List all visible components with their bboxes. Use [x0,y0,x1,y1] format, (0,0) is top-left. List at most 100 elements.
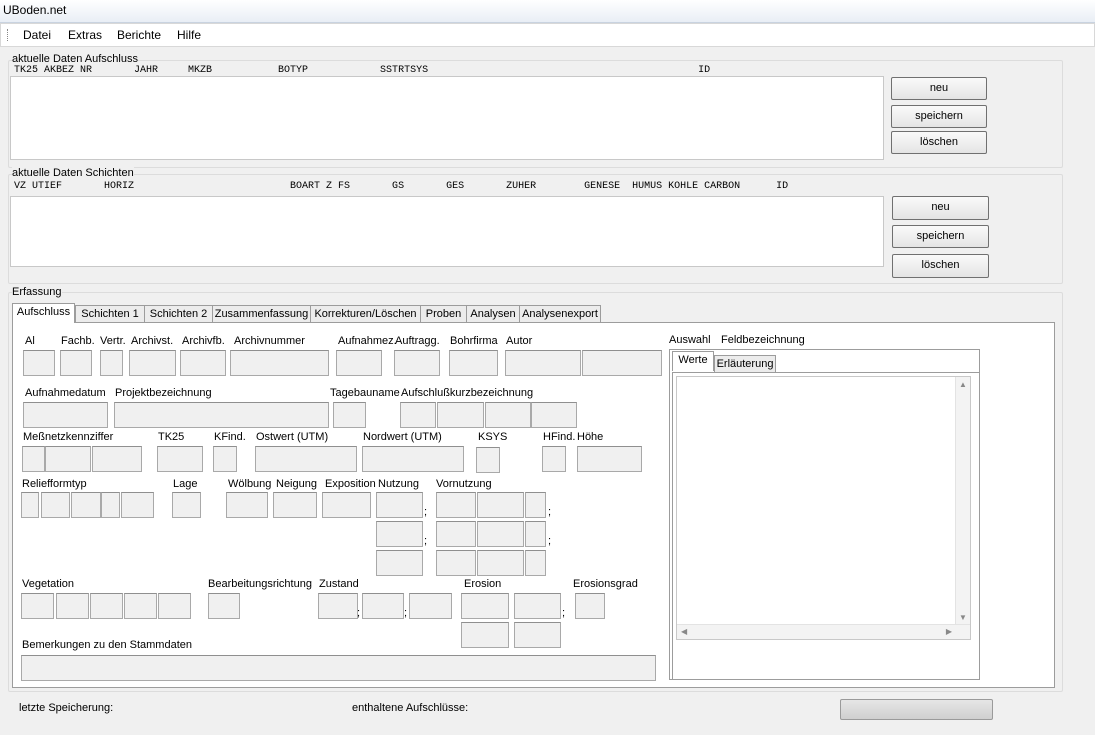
al-field[interactable] [23,350,55,376]
aufschlusskurz-field-2[interactable] [437,402,484,428]
scroll-right-icon[interactable]: ▶ [946,627,952,636]
werte-horizontal-scrollbar[interactable]: ◀ ▶ [677,624,970,639]
erfassung-group-label: Erfassung [12,286,62,298]
zustand-field-2[interactable] [362,593,404,619]
vegetation-field-2[interactable] [56,593,89,619]
tab-analysenexport[interactable]: Analysenexport [519,305,601,323]
aufschluss-neu-button[interactable]: neu [891,77,987,100]
aufnahmez-field[interactable] [336,350,382,376]
tab-schichten-2[interactable]: Schichten 2 [144,305,213,323]
schichten-neu-button[interactable]: neu [892,196,989,220]
tk25-field[interactable] [157,446,203,472]
erosion-field-3[interactable] [461,622,509,648]
relief-field-5[interactable] [121,492,154,518]
vornutzung-field-2b[interactable] [477,521,524,547]
nutzung-field-3[interactable] [376,550,423,576]
bemerkungen-field[interactable] [21,655,656,681]
bearbeitung-field[interactable] [208,593,240,619]
archivfb-field[interactable] [180,350,226,376]
aufnahmedatum-field[interactable] [23,402,108,428]
schichten-list[interactable] [10,196,884,267]
zustand-field-1[interactable] [318,593,358,619]
projektbezeichnung-field[interactable] [114,402,329,428]
hfind-field[interactable] [542,446,566,472]
label-aufschlusskurz: Aufschlußkurzbezeichnung [401,387,534,399]
ostwert-field[interactable] [255,446,357,472]
archivnummer-field[interactable] [230,350,329,376]
vegetation-field-3[interactable] [90,593,123,619]
menu-bar: Datei Extras Berichte Hilfe [0,23,1095,47]
archivst-field[interactable] [129,350,176,376]
nordwert-field[interactable] [362,446,464,472]
tab-werte[interactable]: Werte [672,351,714,371]
tab-korrekturen-loeschen[interactable]: Korrekturen/Löschen [310,305,421,323]
tagebauname-field[interactable] [333,402,366,428]
schichten-loeschen-button[interactable]: löschen [892,254,989,278]
nutzung-field-2[interactable] [376,521,423,547]
vornutzung-field-1a[interactable] [436,492,476,518]
scroll-up-icon[interactable]: ▲ [959,380,967,389]
relief-field-2[interactable] [41,492,70,518]
tab-zusammenfassung[interactable]: Zusammenfassung [212,305,311,323]
aufschluss-speichern-button[interactable]: speichern [891,105,987,128]
relief-field-1[interactable] [21,492,39,518]
label-projektbezeichnung: Projektbezeichnung [115,387,212,399]
erosionsgrad-field[interactable] [575,593,605,619]
menu-hilfe[interactable]: Hilfe [177,28,201,42]
vornutzung-field-1b[interactable] [477,492,524,518]
label-neigung: Neigung [276,478,317,490]
vornutzung-field-3c[interactable] [525,550,546,576]
zustand-field-3[interactable] [409,593,452,619]
aufschlusskurz-field-1[interactable] [400,402,436,428]
auftragg-field[interactable] [394,350,440,376]
autor-field-1[interactable] [505,350,581,376]
relief-field-4[interactable] [101,492,120,518]
vornutzung-field-3a[interactable] [436,550,476,576]
menu-berichte[interactable]: Berichte [117,28,161,42]
menu-datei[interactable]: Datei [23,28,51,42]
schichten-speichern-button[interactable]: speichern [892,225,989,248]
vegetation-field-4[interactable] [124,593,157,619]
scroll-left-icon[interactable]: ◀ [681,627,687,636]
bohrfirma-field[interactable] [449,350,498,376]
vertr-field[interactable] [100,350,123,376]
erosion-field-1[interactable] [461,593,509,619]
tab-schichten-1[interactable]: Schichten 1 [75,305,145,323]
hoehe-field[interactable] [577,446,642,472]
messnetz-field-2[interactable] [45,446,91,472]
tab-aufschluss[interactable]: Aufschluss [12,303,75,323]
nutzung-field-1[interactable] [376,492,423,518]
tab-proben[interactable]: Proben [420,305,467,323]
tab-erlaeuterung[interactable]: Erläuterung [714,355,776,372]
scroll-down-icon[interactable]: ▼ [959,613,967,622]
kfind-field[interactable] [213,446,237,472]
autor-field-2[interactable] [582,350,662,376]
status-letzte-speicherung: letzte Speicherung: [19,702,114,714]
neigung-field[interactable] [273,492,317,518]
aufschluss-loeschen-button[interactable]: löschen [891,131,987,154]
erosion-field-4[interactable] [514,622,561,648]
messnetz-field-1[interactable] [22,446,45,472]
vornutzung-field-1c[interactable] [525,492,546,518]
fachb-field[interactable] [60,350,92,376]
aufschlusskurz-field-4[interactable] [531,402,577,428]
relief-field-3[interactable] [71,492,101,518]
messnetz-field-3[interactable] [92,446,142,472]
vegetation-field-1[interactable] [21,593,54,619]
woelbung-field[interactable] [226,492,268,518]
window-title: UBoden.net [3,3,67,17]
aufschluss-list[interactable] [10,76,884,160]
vornutzung-field-2c[interactable] [525,521,546,547]
menu-extras[interactable]: Extras [68,28,102,42]
werte-vertical-scrollbar[interactable]: ▲ ▼ [955,377,970,625]
vornutzung-field-3b[interactable] [477,550,524,576]
ksys-field[interactable] [476,447,500,473]
tab-analysen[interactable]: Analysen [466,305,520,323]
erosion-field-2[interactable] [514,593,561,619]
vegetation-field-5[interactable] [158,593,191,619]
exposition-field[interactable] [322,492,371,518]
werte-list[interactable]: ▲ ▼ ◀ ▶ [676,376,971,640]
lage-field[interactable] [172,492,201,518]
vornutzung-field-2a[interactable] [436,521,476,547]
aufschlusskurz-field-3[interactable] [485,402,531,428]
